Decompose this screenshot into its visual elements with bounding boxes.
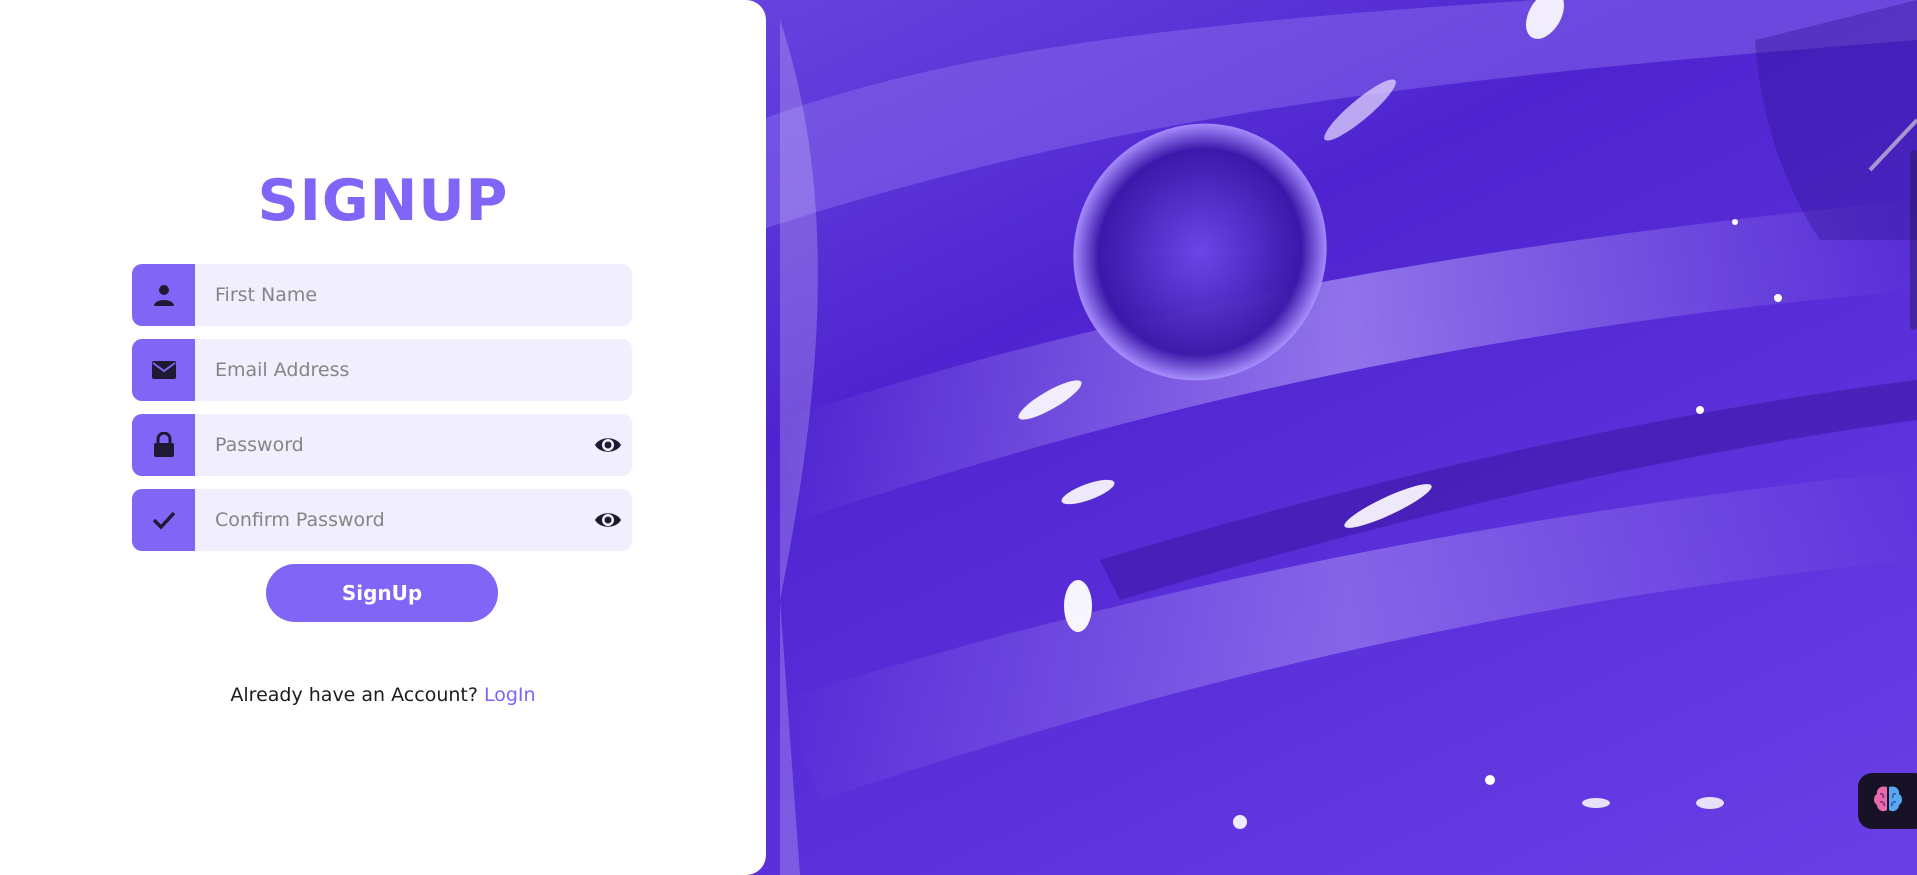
eye-icon[interactable] [594, 431, 622, 459]
page-scroll-indicator[interactable] [1910, 150, 1917, 330]
user-icon [132, 264, 195, 326]
signup-button[interactable]: SignUp [266, 564, 498, 622]
first-name-input[interactable] [195, 264, 595, 326]
email-field [132, 339, 632, 401]
envelope-icon [132, 339, 195, 401]
confirm-password-field [132, 489, 632, 551]
login-link[interactable]: LogIn [484, 684, 536, 706]
confirm-password-input[interactable] [195, 489, 595, 551]
first-name-field [132, 264, 632, 326]
check-icon [132, 489, 195, 551]
page-title: SIGNUP [257, 168, 509, 234]
email-input[interactable] [195, 339, 595, 401]
lock-icon [132, 414, 195, 476]
signup-page: SIGNUP First Name Email Address SignUp A… [0, 0, 1917, 875]
brain-icon [1872, 784, 1904, 819]
floating-assistant-button[interactable] [1858, 773, 1917, 829]
signup-panel: SIGNUP First Name Email Address SignUp A… [0, 0, 766, 875]
login-prompt-text: Already have an Account? [230, 684, 478, 706]
eye-icon[interactable] [594, 506, 622, 534]
password-field [132, 414, 632, 476]
login-prompt: Already have an Account? LogIn [0, 684, 766, 706]
password-input[interactable] [195, 414, 595, 476]
